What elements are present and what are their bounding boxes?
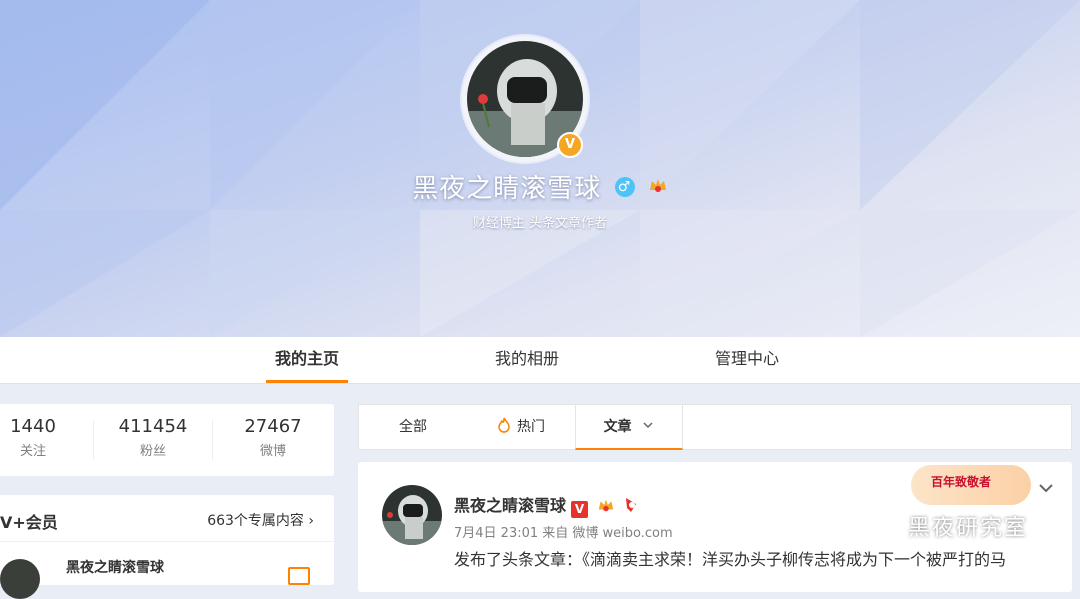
profile-name-row: 黑夜之睛滚雪球 ♂	[0, 168, 1080, 205]
vip-author-avatar[interactable]	[0, 559, 40, 599]
divider	[212, 420, 213, 460]
divider	[93, 420, 94, 460]
vip-v-icon: V	[571, 501, 589, 518]
tab-hot-label: 热门	[517, 419, 545, 435]
following-count: 1440	[10, 416, 56, 437]
stat-posts[interactable]: 27467 微博	[218, 416, 328, 459]
chevron-right-icon: ›	[308, 513, 314, 529]
post-author-name[interactable]: 黑夜之睛滚雪球	[454, 496, 566, 515]
divider	[0, 541, 334, 542]
flame-icon	[498, 417, 510, 433]
following-label: 关注	[19, 444, 46, 459]
vip-crown-icon	[648, 172, 668, 202]
tab-hot[interactable]: 热门	[467, 405, 575, 449]
post-meta: 7月4日 23:01 来自 微博 weibo.com	[454, 522, 673, 541]
vip-title: V+会员	[0, 513, 58, 532]
watermark-text: 黑夜研究室	[908, 516, 1029, 541]
chevron-down-icon	[643, 422, 653, 429]
verified-badge-icon: V	[557, 132, 583, 158]
vip-item-icon[interactable]	[288, 567, 310, 585]
vip-author-name[interactable]: 黑夜之睛滚雪球	[66, 557, 164, 577]
badge-icon	[626, 498, 637, 512]
tab-my-album[interactable]: 我的相册	[486, 337, 568, 383]
tab-admin-center[interactable]: 管理中心	[706, 337, 788, 383]
posts-count: 27467	[244, 416, 302, 437]
vip-exclusive-link[interactable]: 663个专属内容 ›	[207, 510, 314, 530]
post-source: 来自 微博 weibo.com	[542, 526, 673, 541]
post-time[interactable]: 7月4日 23:01	[454, 526, 538, 541]
profile-subtitle: 财经博主 头条文章作者	[472, 216, 608, 231]
tab-articles[interactable]: 文章	[575, 405, 683, 450]
profile-name: 黑夜之睛滚雪球	[412, 174, 602, 204]
watermark: 黑夜研究室	[862, 510, 1028, 543]
stat-followers[interactable]: 411454 粉丝	[98, 416, 208, 459]
wechat-icon	[863, 516, 900, 542]
chevron-down-icon[interactable]	[1038, 480, 1054, 496]
vip-crown-icon	[598, 499, 613, 512]
profile-nav: 我的主页 我的相册 管理中心	[0, 337, 1080, 384]
stats-card: 1440 关注 411454 粉丝 27467 微博	[0, 404, 334, 476]
vip-exclusive-label: 663个专属内容	[207, 513, 304, 529]
followers-count: 411454	[118, 416, 188, 437]
promo-badge[interactable]: 百年致敬者	[911, 465, 1031, 505]
posts-label: 微博	[259, 444, 286, 459]
post-text[interactable]: 发布了头条文章：《滴滴卖主求荣！洋买办头子柳传志将成为下一个被严打的马	[454, 546, 1006, 570]
male-icon: ♂	[614, 176, 635, 197]
feed-tabs: 全部 热门 文章	[358, 404, 1072, 450]
stat-following[interactable]: 1440 关注	[0, 416, 88, 459]
tab-all[interactable]: 全部	[359, 405, 467, 449]
followers-label: 粉丝	[139, 444, 166, 459]
tab-articles-label: 文章	[603, 419, 632, 435]
promo-label: 百年致敬者	[931, 475, 992, 489]
tab-my-home[interactable]: 我的主页	[266, 337, 348, 383]
post-author-row: 黑夜之睛滚雪球 V	[454, 492, 639, 518]
post-author-avatar[interactable]	[382, 485, 442, 545]
